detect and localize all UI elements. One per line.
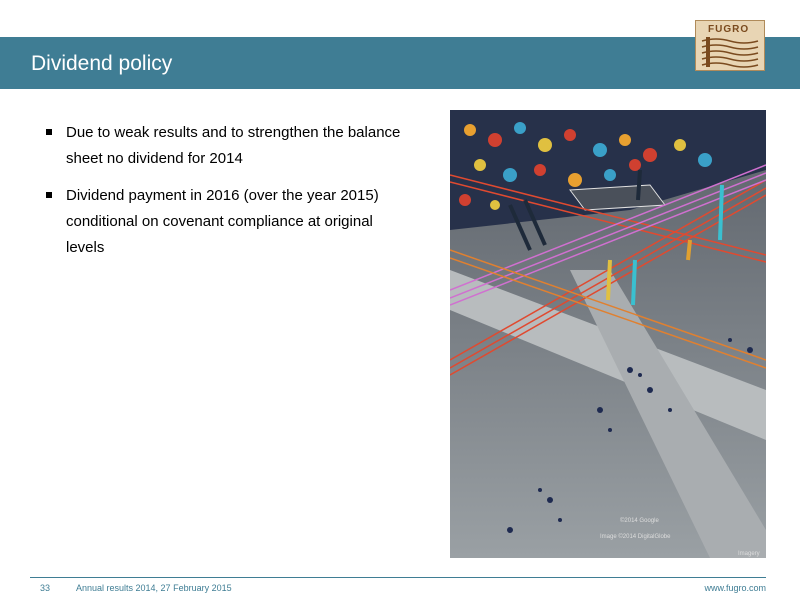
bullet-item: Due to weak results and to strengthen th… (46, 120, 406, 172)
page-number: 33 (40, 583, 51, 593)
square-bullet-icon (46, 129, 52, 135)
bullet-list: Due to weak results and to strengthen th… (46, 120, 406, 272)
fugro-logo: FUGRO (695, 20, 765, 71)
imagery-watermark: Image ©2014 DigitalGlobe (600, 533, 671, 540)
bullet-item: Dividend payment in 2016 (over the year … (46, 183, 406, 261)
slide-title: Dividend policy (31, 52, 173, 75)
square-bullet-icon (46, 192, 52, 198)
footer-url[interactable]: www.fugro.com (704, 583, 766, 593)
copyright-watermark: ©2014 Google (620, 517, 659, 524)
bullet-text: Due to weak results and to strengthen th… (66, 124, 401, 167)
aerial-scene-graphic: ©2014 Google Image ©2014 DigitalGlobe Im… (450, 110, 766, 558)
logo-waves-icon (701, 37, 759, 68)
imagery-label: Imagery (738, 551, 760, 557)
aerial-pipeline-image: ©2014 Google Image ©2014 DigitalGlobe Im… (450, 110, 766, 558)
footer-caption: Annual results 2014, 27 February 2015 (76, 583, 232, 593)
bullet-text: Dividend payment in 2016 (over the year … (66, 187, 379, 256)
footer-divider (30, 577, 766, 578)
